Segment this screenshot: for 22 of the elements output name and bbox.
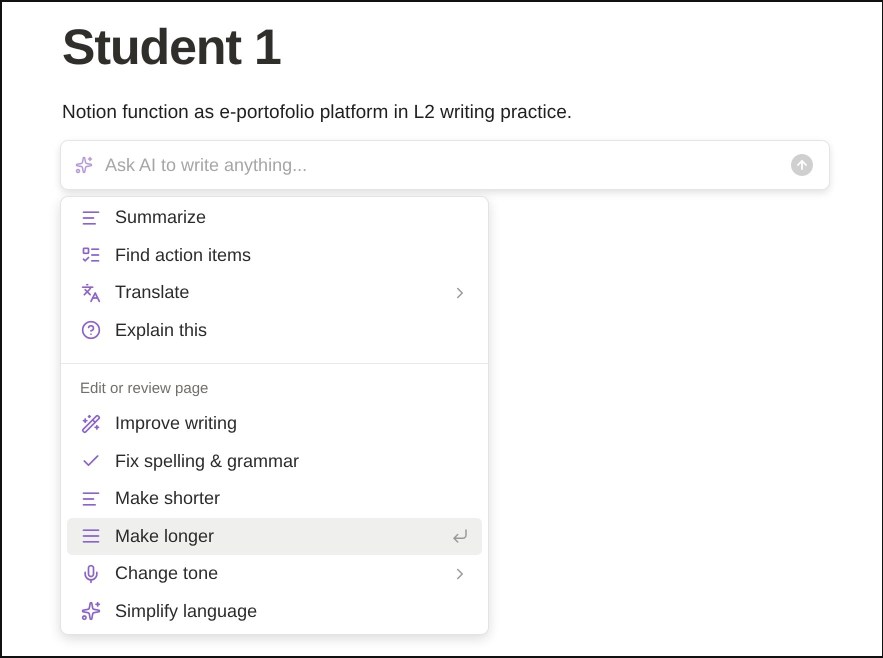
menu-item[interactable]: Explain this xyxy=(67,312,482,349)
prompt-bar[interactable]: Ask AI to write anything... xyxy=(60,140,830,190)
menu-item[interactable]: Improve writing xyxy=(67,405,482,442)
sparkles-icon xyxy=(81,601,101,622)
menu-item[interactable]: Change tone xyxy=(67,555,482,592)
menu-item[interactable]: Summarize xyxy=(67,199,482,236)
section-heading: Edit or review page xyxy=(79,379,210,399)
menu-item[interactable]: Make longer xyxy=(67,518,482,555)
magic-wand-icon xyxy=(81,414,101,434)
menu-item[interactable]: Translate xyxy=(67,274,482,312)
sparkles-icon xyxy=(75,156,93,174)
page-description: Notion function as e-portofolio platform in L2 writing practice. xyxy=(62,102,574,124)
menu-item[interactable]: Find action items xyxy=(67,236,482,274)
translate-icon xyxy=(81,282,101,303)
page-title: Student 1 xyxy=(62,18,282,77)
send-button[interactable] xyxy=(791,154,813,176)
ai-prompt-field[interactable]: Ask AI to write anything... xyxy=(103,154,781,176)
menu-item[interactable]: Fix spelling & grammar xyxy=(67,442,482,480)
menu-item[interactable]: Make shorter xyxy=(67,480,482,518)
question-mark-icon xyxy=(81,320,101,340)
menu-item[interactable]: Simplify language xyxy=(67,592,482,630)
enter-key-icon xyxy=(451,527,469,546)
